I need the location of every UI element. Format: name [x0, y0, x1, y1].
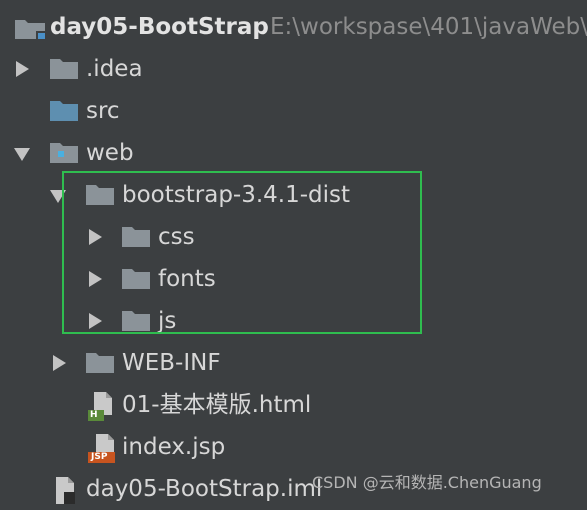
folder-label-fonts: fonts [158, 266, 216, 292]
folder-icon [14, 16, 46, 44]
folder-icon [122, 267, 150, 293]
project-name: day05-BootStrap [50, 14, 269, 40]
folder-icon [122, 225, 150, 251]
tree-row-src[interactable]: src [0, 90, 587, 132]
tree-row-idea[interactable]: .idea [0, 48, 587, 90]
folder-label-webinf: WEB-INF [122, 350, 221, 376]
source-folder-icon [50, 99, 78, 125]
tree-row-js[interactable]: js [0, 300, 587, 342]
tree-row-web[interactable]: web [0, 132, 587, 174]
folder-label-bootstrap: bootstrap-3.4.1-dist [122, 182, 351, 208]
expand-arrow-icon[interactable] [16, 61, 29, 77]
file-label-jsp: index.jsp [122, 434, 226, 460]
tree-row-fonts[interactable]: fonts [0, 258, 587, 300]
folder-icon [86, 183, 114, 209]
folder-label-css: css [158, 224, 195, 250]
tree-row-project[interactable]: day05-BootStrap E:\workspase\401\javaWeb… [0, 6, 587, 48]
web-folder-icon [50, 141, 78, 167]
html-badge: H [90, 410, 98, 420]
csdn-watermark: CSDN @云和数据.ChenGuang [312, 473, 542, 492]
tree-row-css[interactable]: css [0, 216, 587, 258]
expand-arrow-icon[interactable] [53, 355, 66, 371]
folder-label-web: web [86, 140, 134, 166]
tree-row-html-file[interactable]: H 01-基本模版.html [0, 384, 587, 426]
tree-row-jsp-file[interactable]: JSP index.jsp [0, 426, 587, 468]
tree-row-bootstrap[interactable]: bootstrap-3.4.1-dist [0, 174, 587, 216]
collapse-arrow-icon[interactable] [50, 190, 66, 203]
folder-label-js: js [158, 308, 177, 334]
folder-icon [50, 57, 78, 83]
project-path: E:\workspase\401\javaWeb\ [270, 14, 587, 40]
jsp-badge: JSP [91, 452, 108, 462]
expand-arrow-icon[interactable] [89, 271, 102, 287]
folder-label-idea: .idea [86, 56, 143, 82]
folder-label-src: src [86, 98, 120, 124]
file-label-iml: day05-BootStrap.iml [86, 476, 323, 502]
expand-arrow-icon[interactable] [89, 229, 102, 245]
expand-arrow-icon[interactable] [89, 313, 102, 329]
file-label-html: 01-基本模版.html [122, 392, 312, 418]
tree-row-webinf[interactable]: WEB-INF [0, 342, 587, 384]
folder-icon [86, 351, 114, 377]
collapse-arrow-icon[interactable] [14, 148, 30, 161]
folder-icon [122, 309, 150, 335]
iml-file-icon [52, 476, 78, 510]
